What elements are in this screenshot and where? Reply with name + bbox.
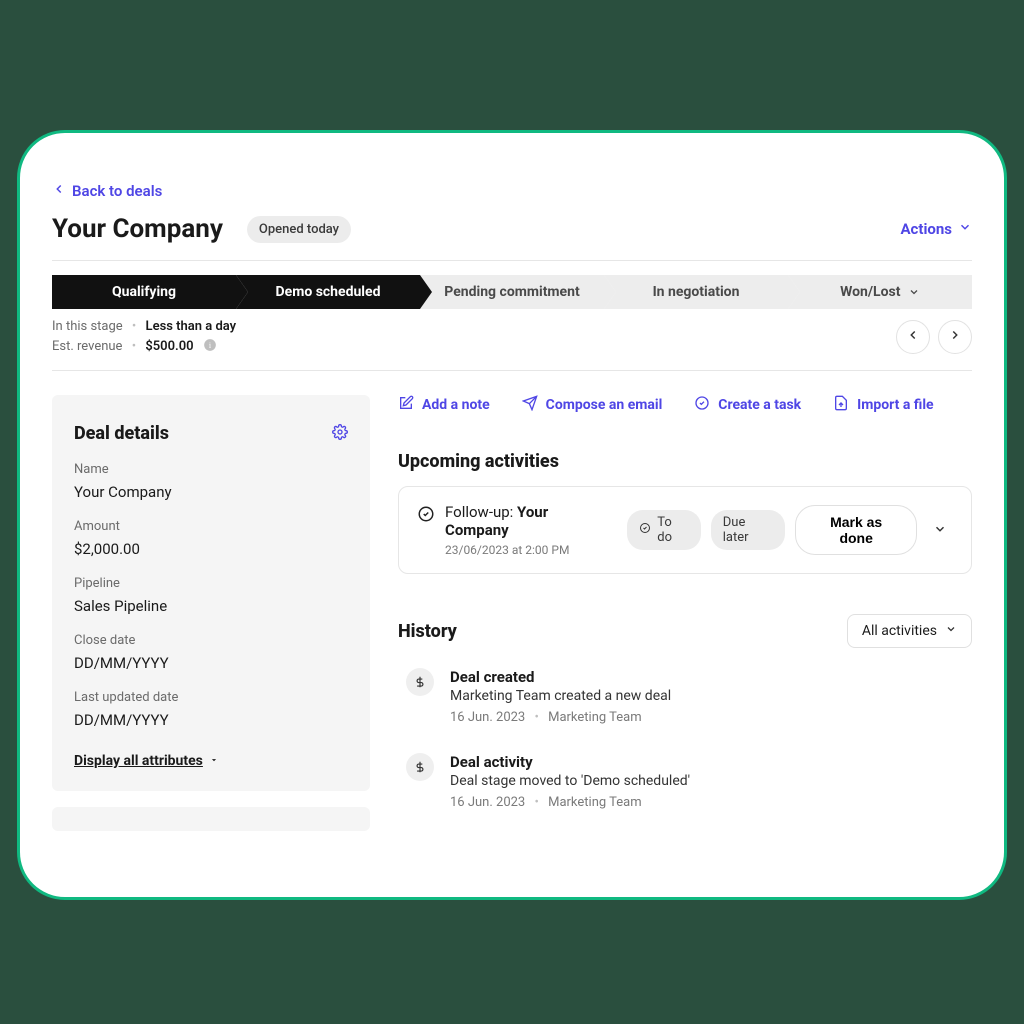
- stage-demo-scheduled[interactable]: Demo scheduled: [236, 275, 420, 309]
- file-upload-icon: [833, 395, 849, 415]
- qa-label: Add a note: [422, 397, 490, 413]
- display-all-label: Display all attributes: [74, 753, 203, 769]
- qa-label: Compose an email: [546, 397, 663, 413]
- tl-title: Deal activity: [450, 753, 690, 771]
- todo-pill: To do: [627, 510, 700, 550]
- activity-prefix: Follow-up:: [445, 503, 517, 521]
- divider: [52, 260, 972, 261]
- expand-activity-button[interactable]: [927, 515, 953, 546]
- revenue-value: $500.00: [145, 339, 193, 354]
- in-stage-value: Less than a day: [146, 319, 237, 334]
- task-icon: [417, 503, 435, 527]
- content-column: Add a note Compose an email Create a tas…: [398, 395, 1004, 831]
- due-pill: Due later: [711, 510, 786, 550]
- deal-details-panel: Deal details Name Your Company Amount $2…: [52, 395, 370, 791]
- status-badge: Opened today: [247, 216, 351, 243]
- stage-pending-commitment[interactable]: Pending commitment: [420, 275, 604, 309]
- timeline-item: Deal activity Deal stage moved to 'Demo …: [406, 753, 972, 810]
- info-icon[interactable]: i: [203, 338, 217, 352]
- create-task-button[interactable]: Create a task: [694, 395, 801, 415]
- stage-label: Won/Lost: [840, 284, 900, 300]
- sidebar-column: Deal details Name Your Company Amount $2…: [52, 395, 370, 831]
- stage-meta: In this stage • Less than a day Est. rev…: [52, 319, 972, 354]
- chevron-down-icon: [933, 521, 947, 540]
- compose-email-button[interactable]: Compose an email: [522, 395, 663, 415]
- tl-title: Deal created: [450, 668, 671, 686]
- tl-desc: Deal stage moved to 'Demo scheduled': [450, 773, 690, 789]
- pill-label: To do: [657, 515, 688, 545]
- title-row: Your Company Opened today Actions: [52, 214, 972, 244]
- qa-label: Create a task: [718, 397, 801, 413]
- main-area: Deal details Name Your Company Amount $2…: [20, 371, 1004, 831]
- arrow-left-icon: [52, 182, 66, 200]
- tl-author: Marketing Team: [548, 710, 642, 725]
- page-title: Your Company: [52, 214, 223, 244]
- revenue-label: Est. revenue: [52, 339, 122, 354]
- name-label: Name: [74, 462, 348, 477]
- tl-author: Marketing Team: [548, 795, 642, 810]
- stage-nav: [896, 320, 972, 354]
- chevron-down-icon: [945, 623, 957, 639]
- upcoming-title: Upcoming activities: [398, 451, 972, 472]
- stage-prev-button[interactable]: [896, 320, 930, 354]
- stage-label: Pending commitment: [444, 284, 579, 300]
- mark-done-button[interactable]: Mark as done: [795, 505, 917, 555]
- stage-in-negotiation[interactable]: In negotiation: [604, 275, 788, 309]
- sidebar-stub-panel: [52, 807, 370, 831]
- actions-label: Actions: [900, 220, 952, 238]
- pipeline-label: Pipeline: [74, 576, 348, 591]
- stage-label: Qualifying: [112, 284, 176, 300]
- close-date-value: DD/MM/YYYY: [74, 654, 348, 672]
- back-to-deals-link[interactable]: Back to deals: [52, 182, 162, 200]
- updated-value: DD/MM/YYYY: [74, 711, 348, 729]
- pill-label: Due later: [723, 515, 774, 545]
- task-icon: [694, 395, 710, 415]
- dollar-icon: [406, 753, 434, 781]
- amount-label: Amount: [74, 519, 348, 534]
- dollar-icon: [406, 668, 434, 696]
- in-stage-label: In this stage: [52, 319, 123, 334]
- task-icon: [639, 522, 651, 538]
- back-label: Back to deals: [72, 182, 162, 200]
- stage-qualifying[interactable]: Qualifying: [52, 275, 236, 309]
- actions-dropdown[interactable]: Actions: [900, 220, 972, 238]
- history-title: History: [398, 621, 457, 642]
- pipeline-stages: Qualifying Demo scheduled Pending commit…: [52, 275, 972, 309]
- name-value: Your Company: [74, 483, 348, 501]
- caret-down-icon: [209, 753, 219, 769]
- header-section: Back to deals Your Company Opened today …: [20, 181, 1004, 371]
- chevron-right-icon: [948, 328, 962, 346]
- display-all-attributes-link[interactable]: Display all attributes: [74, 753, 219, 769]
- edit-icon: [398, 395, 414, 415]
- pipeline-value: Sales Pipeline: [74, 597, 348, 615]
- stage-label: In negotiation: [653, 284, 740, 300]
- close-date-label: Close date: [74, 633, 348, 648]
- activity-datetime: 23/06/2023 at 2:00 PM: [445, 543, 613, 557]
- quick-actions: Add a note Compose an email Create a tas…: [398, 395, 972, 415]
- history-filter-dropdown[interactable]: All activities: [847, 614, 972, 648]
- deal-details-title: Deal details: [74, 423, 169, 444]
- send-icon: [522, 395, 538, 415]
- tl-date: 16 Jun. 2023: [450, 795, 525, 810]
- stage-won-lost[interactable]: Won/Lost: [788, 275, 972, 309]
- chevron-left-icon: [906, 328, 920, 346]
- upcoming-activity-card: Follow-up: Your Company 23/06/2023 at 2:…: [398, 486, 972, 574]
- amount-value: $2,000.00: [74, 540, 348, 558]
- history-timeline: Deal created Marketing Team created a ne…: [398, 668, 972, 810]
- stage-label: Demo scheduled: [276, 284, 381, 300]
- tl-desc: Marketing Team created a new deal: [450, 688, 671, 704]
- filter-label: All activities: [862, 623, 937, 639]
- deal-page-card: Back to deals Your Company Opened today …: [17, 130, 1007, 900]
- timeline-item: Deal created Marketing Team created a ne…: [406, 668, 972, 725]
- add-note-button[interactable]: Add a note: [398, 395, 490, 415]
- gear-icon[interactable]: [332, 424, 348, 444]
- import-file-button[interactable]: Import a file: [833, 395, 933, 415]
- qa-label: Import a file: [857, 397, 933, 413]
- chevron-down-icon: [908, 277, 920, 311]
- chevron-down-icon: [958, 220, 972, 238]
- stage-next-button[interactable]: [938, 320, 972, 354]
- updated-label: Last updated date: [74, 690, 348, 705]
- tl-date: 16 Jun. 2023: [450, 710, 525, 725]
